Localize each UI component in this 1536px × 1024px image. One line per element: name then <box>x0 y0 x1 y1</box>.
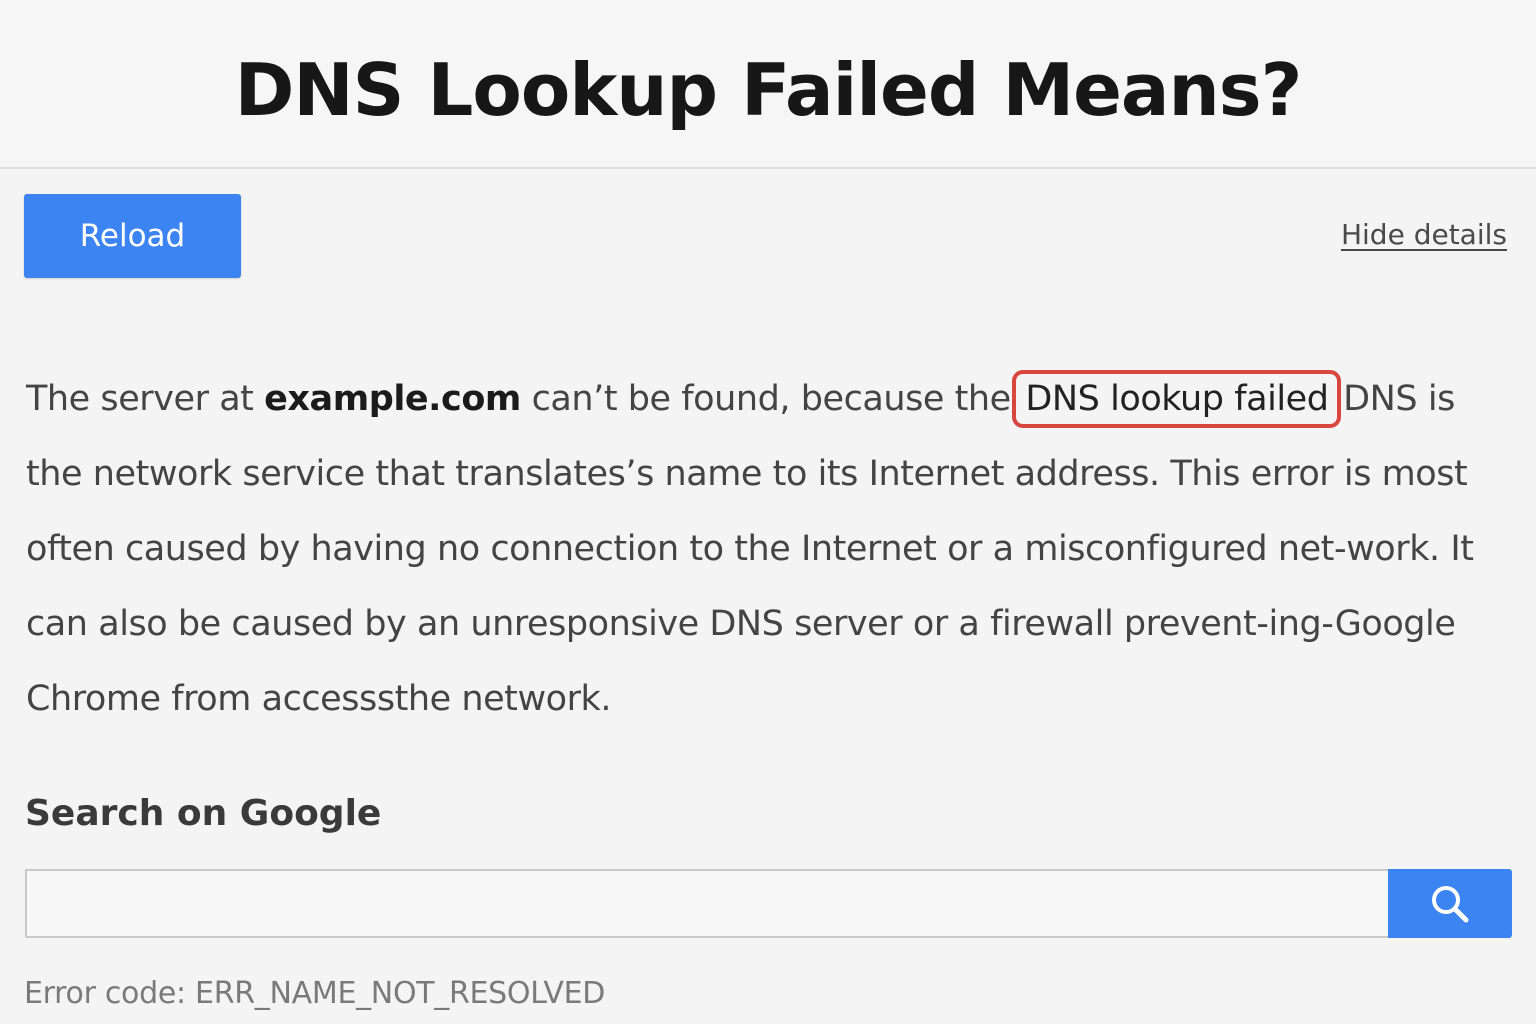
reload-button[interactable]: Reload <box>24 194 241 278</box>
search-icon <box>1432 885 1469 922</box>
description-text-start: The server at <box>26 379 265 419</box>
description-text-end: DNS is the network service that translat… <box>26 379 1474 719</box>
search-heading: Search on Google <box>25 793 382 834</box>
page-title: DNS Lookup Failed Means? <box>234 48 1303 132</box>
search-button[interactable] <box>1388 869 1512 938</box>
error-code: Error code: ERR_NAME_NOT_RESOLVED <box>24 976 606 1011</box>
server-hostname: example.com <box>264 379 521 419</box>
error-description: The server at example.com can’t be found… <box>26 362 1521 737</box>
search-bar <box>25 869 1512 938</box>
hide-details-link[interactable]: Hide details <box>1341 218 1507 251</box>
search-input[interactable] <box>25 869 1388 938</box>
page-header: DNS Lookup Failed Means? <box>0 0 1536 169</box>
description-text-middle: can’t be found, because the <box>520 379 1022 419</box>
highlighted-phrase: DNS lookup failed <box>1012 370 1342 428</box>
